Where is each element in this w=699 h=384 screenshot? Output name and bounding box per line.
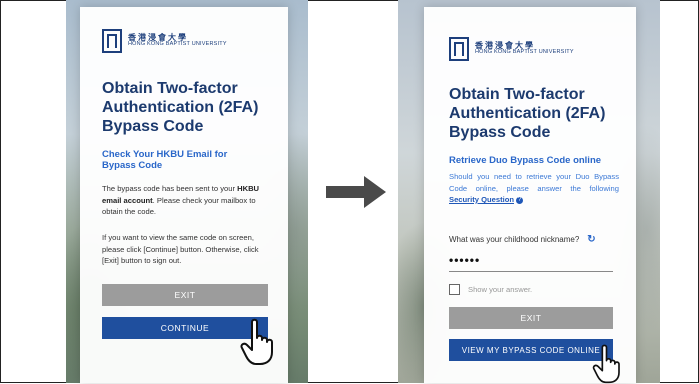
- page-title: Obtain Two-factor Authentication (2FA) B…: [449, 86, 606, 141]
- logo-english-name: HONG KONG BAPTIST UNIVERSITY: [128, 41, 227, 48]
- pointer-hand-icon: [592, 344, 620, 384]
- exit-button[interactable]: EXIT: [449, 307, 613, 329]
- answer-input[interactable]: ••••••: [449, 253, 480, 267]
- answer-input-underline: [449, 271, 613, 272]
- view-bypass-code-button[interactable]: VIEW MY BYPASS CODE ONLINE: [449, 339, 613, 361]
- show-answer-label[interactable]: Show your answer.: [468, 285, 532, 294]
- show-answer-row: Show your answer.: [449, 284, 532, 295]
- hkbu-logo: 香港浸會大學 HONG KONG BAPTIST UNIVERSITY: [449, 37, 574, 61]
- show-answer-checkbox[interactable]: [449, 284, 460, 295]
- info-icon[interactable]: ?: [516, 196, 524, 204]
- security-question-instructions: Should you need to retrieve your Duo Byp…: [449, 172, 619, 204]
- pointer-hand-icon: [240, 318, 273, 365]
- security-question-row: What was your childhood nickname? ↻: [449, 234, 596, 245]
- exit-button[interactable]: EXIT: [102, 284, 268, 306]
- page-title: Obtain Two-factor Authentication (2FA) B…: [102, 80, 259, 135]
- logo-english-name: HONG KONG BAPTIST UNIVERSITY: [475, 49, 574, 56]
- arrow-right-icon: [326, 176, 386, 208]
- email-sent-message: The bypass code has been sent to your HK…: [102, 184, 260, 216]
- security-question-link[interactable]: Security Question: [449, 195, 514, 204]
- hkbu-logo-icon: [102, 29, 122, 53]
- section-subtitle: Check Your HKBU Email for Bypass Code: [102, 149, 228, 171]
- hkbu-logo-icon: [449, 37, 469, 61]
- refresh-icon[interactable]: ↻: [587, 234, 595, 245]
- section-subtitle: Retrieve Duo Bypass Code online: [449, 155, 602, 166]
- hkbu-logo: 香港浸會大學 HONG KONG BAPTIST UNIVERSITY: [102, 29, 227, 53]
- continue-instructions: If you want to view the same code on scr…: [102, 233, 259, 265]
- security-question-label: What was your childhood nickname?: [449, 235, 580, 244]
- right-panel: 香港浸會大學 HONG KONG BAPTIST UNIVERSITY Obta…: [424, 7, 636, 383]
